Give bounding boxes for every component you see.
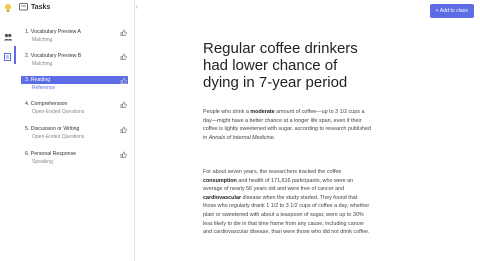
task-item-2[interactable]: 2. Vocabulary Preview B Matching xyxy=(18,51,132,68)
task-type: Open-Ended Questions xyxy=(32,109,85,115)
tasks-title: Tasks xyxy=(31,3,51,11)
thumbs-up-icon xyxy=(120,29,127,36)
article-paragraph-2: For about seven years, the researchers t… xyxy=(203,169,370,236)
task-sidebar: Tasks 1. Vocabulary Preview A Matching 2… xyxy=(14,0,138,261)
thumbs-up-icon xyxy=(120,53,127,60)
main-content: + Add to class Regular coffee drinkers h… xyxy=(135,0,480,261)
task-type: Speaking xyxy=(32,159,53,165)
task-item-3[interactable]: 3. Reading Reference xyxy=(18,75,132,92)
current-progress-marker xyxy=(14,46,16,64)
task-item-1[interactable]: 1. Vocabulary Preview A Matching xyxy=(18,27,132,44)
lightbulb-icon[interactable] xyxy=(3,3,13,13)
task-type: Matching xyxy=(32,61,53,67)
vocab-cardiovascular[interactable]: cardiovascular xyxy=(203,195,241,201)
article-title: Regular coffee drinkers had lower chance… xyxy=(203,40,358,91)
people-icon[interactable] xyxy=(3,32,13,42)
task-item-5[interactable]: 5. Discussion or Writing Open-Ended Ques… xyxy=(18,124,132,141)
thumbs-up-icon xyxy=(120,77,127,84)
article: Regular coffee drinkers had lower chance… xyxy=(203,40,371,235)
vocab-consumption[interactable]: consumption xyxy=(203,178,237,184)
task-title: 5. Discussion or Writing xyxy=(25,126,80,132)
add-to-class-button[interactable]: + Add to class xyxy=(429,4,474,18)
article-paragraph-1: People who drink a moderate amount of co… xyxy=(203,109,372,141)
assignment-icon[interactable] xyxy=(3,52,13,62)
task-item-4[interactable]: 4. Comprehension Open-Ended Questions xyxy=(18,99,132,116)
task-title: 6. Personal Response xyxy=(25,151,77,157)
left-icon-rail xyxy=(0,0,17,261)
task-title: 1. Vocabulary Preview A xyxy=(25,29,81,35)
thumbs-up-icon xyxy=(120,126,127,133)
task-type: Reference xyxy=(32,85,56,91)
vocab-moderate[interactable]: moderate xyxy=(250,109,274,115)
task-title: 3. Reading xyxy=(25,77,51,83)
tasks-header: Tasks xyxy=(19,0,50,14)
thumbs-up-icon xyxy=(120,101,127,108)
task-item-6[interactable]: 6. Personal Response Speaking xyxy=(18,149,132,166)
task-type: Matching xyxy=(32,37,53,43)
task-type: Open-Ended Questions xyxy=(32,134,85,140)
thumbs-up-icon xyxy=(120,151,127,158)
task-title: 2. Vocabulary Preview B xyxy=(25,53,82,59)
tasks-icon xyxy=(19,3,28,11)
task-title: 4. Comprehension xyxy=(25,101,68,107)
